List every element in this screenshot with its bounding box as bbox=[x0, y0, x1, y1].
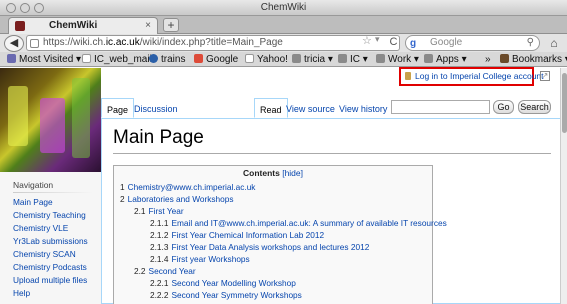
toc-item[interactable]: 2.1.1 Email and IT@www.ch.imperial.ac.uk:… bbox=[150, 218, 447, 228]
sidebar-heading: Navigation bbox=[13, 180, 54, 190]
site-favicon-icon bbox=[15, 21, 25, 31]
search-placeholder: Google bbox=[430, 37, 463, 48]
url-path: /wiki/index.php?title=Main_Page bbox=[139, 37, 283, 48]
toc-item[interactable]: 2 Laboratories and Workshops bbox=[120, 194, 234, 204]
sidebar-item-chemistry-vle[interactable]: Chemistry VLE bbox=[13, 223, 68, 233]
sidebar-item-chemistry-podcasts[interactable]: Chemistry Podcasts bbox=[13, 262, 87, 272]
bookmark-yahoo[interactable]: Yahoo! bbox=[245, 52, 288, 67]
google-engine-icon[interactable]: g bbox=[410, 37, 416, 51]
window-titlebar: ChemWiki bbox=[0, 0, 567, 16]
folder-icon bbox=[292, 54, 301, 63]
window-title: ChemWiki bbox=[260, 2, 307, 13]
go-button[interactable]: Go bbox=[493, 100, 514, 114]
browser-tab[interactable]: ChemWiki × bbox=[8, 17, 158, 34]
toc-item[interactable]: 2.1.2 First Year Chemical Information Lab… bbox=[150, 230, 324, 240]
folder-icon bbox=[424, 54, 433, 63]
url-prefix: https://wiki.ch. bbox=[43, 37, 106, 48]
toc-item[interactable]: 2.1 First Year bbox=[134, 206, 184, 216]
url-host: ic.ac.uk bbox=[105, 37, 140, 48]
toc-hide-link[interactable]: [hide] bbox=[282, 168, 303, 178]
login-label: Log in to Imperial College account bbox=[415, 71, 544, 81]
navigation-toolbar: ◀ https://wiki.ch.ic.ac.uk/wiki/index.ph… bbox=[0, 34, 567, 52]
bookmark-folder-work[interactable]: Work ▾ bbox=[376, 52, 419, 67]
bookmark-ic-web-mail[interactable]: IC_web_mail bbox=[82, 52, 152, 67]
bookmarks-icon bbox=[500, 54, 509, 63]
logo-shape bbox=[40, 98, 65, 153]
sidebar-item-chemistry-scan[interactable]: Chemistry SCAN bbox=[13, 249, 76, 259]
wiki-search-input[interactable] bbox=[391, 100, 490, 114]
tab-view-source[interactable]: View source bbox=[281, 98, 340, 118]
toc-item[interactable]: 1 Chemistry@www.ch.imperial.ac.uk bbox=[120, 182, 255, 192]
toc-item[interactable]: 2.2 Second Year bbox=[134, 266, 196, 276]
trains-icon bbox=[149, 54, 158, 63]
bookmark-folder-ic[interactable]: IC ▾ bbox=[338, 52, 368, 67]
new-tab-button[interactable]: + bbox=[163, 18, 179, 32]
bookmark-folder-tricia[interactable]: tricia ▾ bbox=[292, 52, 333, 67]
logo-shape bbox=[8, 86, 28, 146]
sidebar-item-yr3lab[interactable]: Yr3Lab submissions bbox=[13, 236, 88, 246]
sidebar: Navigation Main Page Chemistry Teaching … bbox=[0, 172, 101, 304]
toc-item[interactable]: 2.2.1 Second Year Modelling Workshop bbox=[150, 278, 296, 288]
bookmarks-toolbar: Most Visited ▾ IC_web_mail trains Google… bbox=[0, 52, 567, 67]
bookmark-google[interactable]: Google bbox=[194, 52, 238, 67]
toc-item[interactable]: 2.1.4 First year Workshops bbox=[150, 254, 250, 264]
url-history-dropdown-icon[interactable]: ▾ bbox=[375, 34, 380, 45]
toc-item[interactable]: 2.2.2 Second Year Symmetry Workshops bbox=[150, 290, 302, 300]
wiki-logo[interactable] bbox=[0, 68, 101, 172]
close-tab-icon[interactable]: × bbox=[145, 18, 151, 34]
toc-header: Contents [hide] bbox=[114, 168, 432, 178]
page-icon bbox=[245, 54, 254, 63]
url-bar[interactable]: https://wiki.ch.ic.ac.uk/wiki/index.php?… bbox=[26, 35, 400, 51]
minimize-window-button[interactable] bbox=[20, 3, 30, 13]
bookmark-folder-apps[interactable]: Apps ▾ bbox=[424, 52, 467, 67]
vertical-scrollbar[interactable] bbox=[560, 68, 567, 304]
sidebar-item-help[interactable]: Help bbox=[13, 288, 30, 298]
google-icon bbox=[194, 54, 203, 63]
toc-title: Contents bbox=[242, 168, 280, 178]
tab-discussion[interactable]: Discussion bbox=[129, 98, 183, 118]
sidebar-item-upload-multiple-files[interactable]: Upload multiple files bbox=[13, 275, 87, 285]
tab-title: ChemWiki bbox=[49, 20, 98, 31]
table-of-contents: Contents [hide] 1 Chemistry@www.ch.imperi… bbox=[113, 165, 447, 304]
sidebar-divider bbox=[13, 192, 93, 193]
bookmarks-overflow-chevron[interactable]: » bbox=[485, 52, 491, 67]
search-button[interactable]: Search bbox=[518, 100, 551, 114]
most-visited-icon bbox=[7, 54, 16, 63]
logo-shape bbox=[72, 78, 90, 158]
tab-view-history[interactable]: View history bbox=[334, 98, 392, 118]
home-icon[interactable]: ⌂ bbox=[546, 35, 562, 51]
bookmark-most-visited[interactable]: Most Visited ▾ bbox=[7, 52, 81, 67]
scrollbar-thumb[interactable] bbox=[562, 73, 567, 133]
sidebar-item-chemistry-teaching[interactable]: Chemistry Teaching bbox=[13, 210, 86, 220]
bookmark-trains[interactable]: trains bbox=[149, 52, 185, 67]
heading-divider bbox=[113, 153, 551, 154]
folder-icon bbox=[376, 54, 385, 63]
folder-icon bbox=[338, 54, 347, 63]
back-button[interactable]: ◀ bbox=[4, 35, 24, 52]
toc-item[interactable]: 2.1.3 First Year Data Analysis workshops … bbox=[150, 242, 369, 252]
main-content: Main Page Contents [hide] 1 Chemistry@www… bbox=[101, 118, 560, 304]
page-icon bbox=[82, 54, 91, 63]
close-window-button[interactable] bbox=[6, 3, 16, 13]
page-title: Main Page bbox=[113, 127, 204, 148]
zoom-window-button[interactable] bbox=[34, 3, 44, 13]
site-identity-icon[interactable] bbox=[30, 39, 39, 48]
tab-strip: ChemWiki × + bbox=[0, 16, 567, 34]
login-link[interactable]: Log in to Imperial College account bbox=[399, 67, 544, 86]
user-lock-icon bbox=[405, 72, 411, 80]
reload-icon[interactable]: C bbox=[388, 36, 399, 48]
browser-search-input[interactable]: g Google ⚲ bbox=[405, 35, 540, 51]
search-icon[interactable]: ⚲ bbox=[527, 36, 534, 50]
bookmark-star-icon[interactable]: ☆ bbox=[362, 34, 372, 47]
bookmarks-menu[interactable]: Bookmarks ▾ bbox=[500, 52, 567, 67]
page-scroll-icon[interactable]: ↗ bbox=[540, 71, 550, 81]
sidebar-item-main-page[interactable]: Main Page bbox=[13, 197, 53, 207]
